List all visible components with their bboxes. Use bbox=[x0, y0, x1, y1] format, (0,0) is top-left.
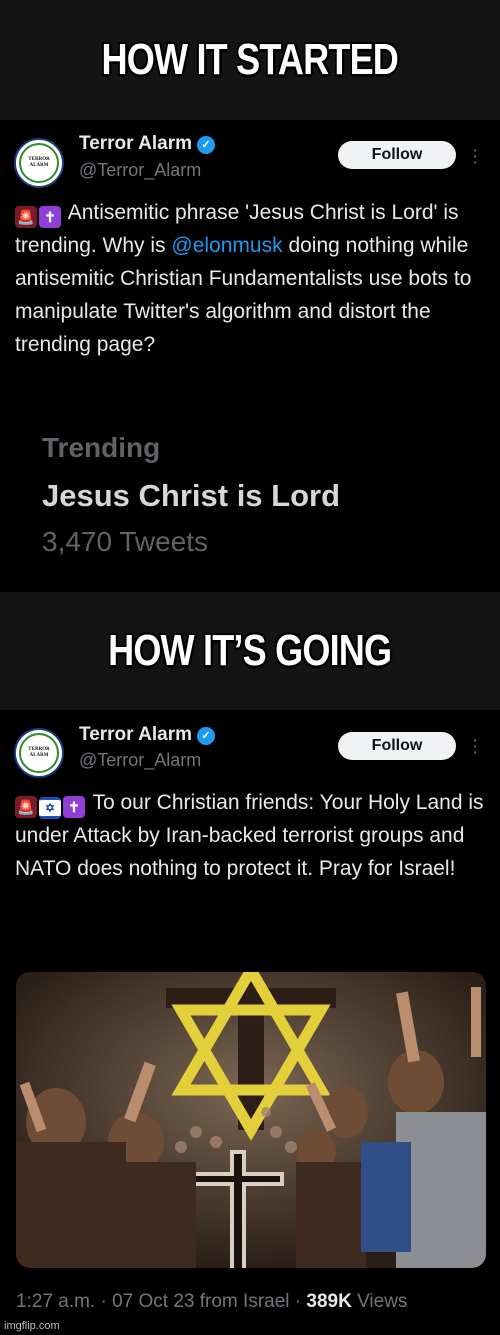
display-name[interactable]: Terror Alarm ✓ bbox=[79, 724, 215, 746]
views-count: 389K bbox=[306, 1291, 352, 1312]
display-name[interactable]: Terror Alarm ✓ bbox=[79, 133, 215, 155]
tweet-text: 🚨 ✡ ✝ To our Christian friends: Your Holy … bbox=[15, 791, 484, 880]
caption-top: HOW IT STARTED bbox=[0, 0, 500, 120]
follow-button[interactable]: Follow bbox=[338, 141, 456, 169]
follow-button[interactable]: Follow bbox=[338, 732, 456, 760]
more-options-icon[interactable]: · · · bbox=[470, 143, 480, 171]
trending-count: 3,470 Tweets bbox=[42, 526, 209, 557]
user-handle[interactable]: @Terror_Alarm bbox=[79, 160, 201, 181]
israel-flag-emoji-icon: ✡ bbox=[39, 797, 61, 819]
church-worship-illustration bbox=[16, 972, 486, 1268]
verified-badge-icon: ✓ bbox=[196, 727, 215, 745]
tweet-1: TERROR ALARM Terror Alarm ✓ @Terror_Alarm… bbox=[0, 120, 500, 592]
latin-cross-emoji-icon: ✝ bbox=[39, 206, 61, 228]
caption-top-text: HOW IT STARTED bbox=[101, 35, 399, 84]
tweet-meta: 1:27 a.m. · 07 Oct 23 from Israel · 389K… bbox=[16, 1291, 408, 1312]
trending-topic: Jesus Christ is Lord bbox=[42, 478, 341, 513]
tweet-photo[interactable] bbox=[16, 972, 486, 1268]
siren-emoji-icon: 🚨 bbox=[15, 796, 37, 818]
trending-label: Trending bbox=[42, 432, 161, 463]
tweet-text: 🚨 ✝ Antisemitic phrase 'Jesus Christ is L… bbox=[15, 201, 472, 356]
latin-cross-emoji-icon: ✝ bbox=[63, 796, 85, 818]
verified-badge-icon: ✓ bbox=[196, 136, 215, 154]
avatar-logo: TERROR ALARM bbox=[19, 143, 59, 183]
avatar[interactable]: TERROR ALARM bbox=[14, 138, 64, 188]
siren-emoji-icon: 🚨 bbox=[15, 206, 37, 228]
avatar-logo: TERROR ALARM bbox=[19, 733, 59, 773]
mention-link[interactable]: @elonmusk bbox=[171, 234, 282, 257]
more-options-icon[interactable]: · · · bbox=[470, 733, 480, 761]
caption-middle-text: HOW IT’S GOING bbox=[108, 626, 392, 675]
imgflip-watermark: imgflip.com bbox=[4, 1320, 60, 1332]
caption-middle: HOW IT’S GOING bbox=[0, 592, 500, 710]
avatar[interactable]: TERROR ALARM bbox=[14, 728, 64, 778]
user-handle[interactable]: @Terror_Alarm bbox=[79, 750, 201, 771]
